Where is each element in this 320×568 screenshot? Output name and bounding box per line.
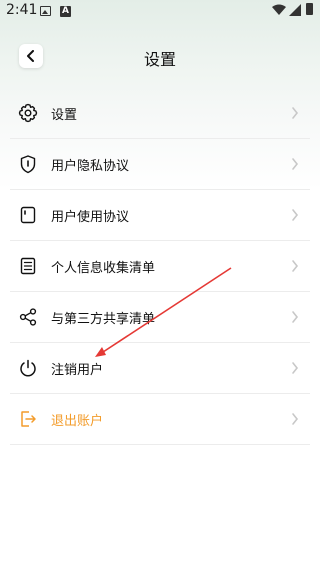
status-time: 2:41	[6, 2, 38, 18]
chevron-right-icon	[292, 107, 299, 119]
menu-item-label: 与第三方共享清单	[51, 312, 156, 327]
menu-item-label: 用户使用协议	[51, 210, 130, 225]
menu-item-privacy-agreement[interactable]: 用户隐私协议	[10, 139, 310, 190]
logout-icon	[21, 411, 36, 427]
page-title: 设置	[143, 50, 176, 69]
menu-item-settings[interactable]: 设置	[10, 88, 310, 139]
share-icon	[19, 308, 37, 326]
header: 设置	[0, 36, 320, 76]
chevron-right-icon	[292, 158, 299, 170]
signal-icon	[289, 4, 301, 16]
gear-icon	[18, 103, 38, 123]
menu-item-label: 退出账户	[51, 414, 104, 429]
menu-item-personal-info-list[interactable]: 个人信息收集清单	[10, 241, 310, 292]
chevron-right-icon	[292, 260, 299, 272]
list-icon	[20, 257, 36, 275]
shield-icon	[20, 155, 36, 174]
menu-item-label: 个人信息收集清单	[51, 261, 156, 276]
chevron-right-icon	[292, 362, 299, 374]
a-notification-icon: A	[60, 6, 71, 17]
menu-item-third-party-share-list[interactable]: 与第三方共享清单	[10, 292, 310, 343]
chevron-right-icon	[292, 311, 299, 323]
image-notification-icon	[40, 6, 51, 16]
settings-menu: 设置 用户隐私协议 用户使用协议 个人信息收集清单 与第三方共享清单 注销用户 …	[0, 88, 320, 445]
menu-item-usage-agreement[interactable]: 用户使用协议	[10, 190, 310, 241]
menu-item-deactivate-user[interactable]: 注销用户	[10, 343, 310, 394]
menu-item-label: 用户隐私协议	[51, 159, 130, 174]
document-icon	[20, 206, 36, 224]
battery-icon	[306, 3, 313, 15]
menu-item-label: 设置	[51, 108, 78, 123]
chevron-right-icon	[292, 209, 299, 221]
menu-item-logout[interactable]: 退出账户	[10, 394, 310, 445]
status-bar: 2:41 A	[0, 0, 320, 24]
chevron-right-icon	[292, 413, 299, 425]
power-icon	[20, 359, 36, 377]
wifi-icon	[272, 4, 286, 15]
menu-item-label: 注销用户	[51, 363, 104, 378]
